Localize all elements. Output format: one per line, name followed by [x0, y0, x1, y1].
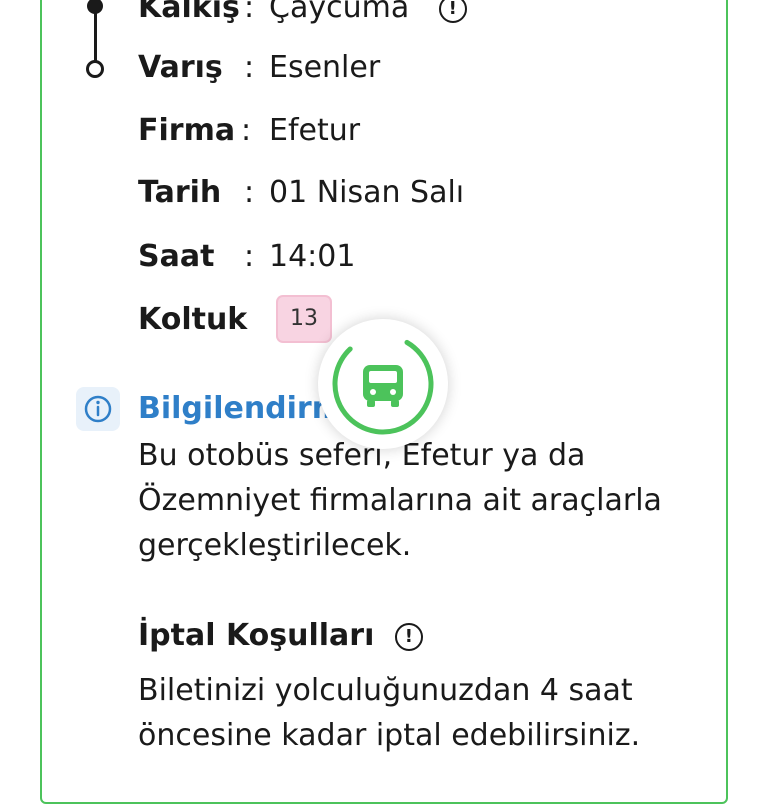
cancellation-text: Biletinizi yolculuğunuzdan 4 saat öncesi…: [138, 668, 708, 758]
info-text: Bu otobüs seferi, Efetur ya da Özemniyet…: [138, 433, 708, 568]
company-colon: :: [241, 113, 252, 148]
company-value: Efetur: [269, 113, 361, 148]
info-icon: [84, 395, 112, 423]
cancellation-line: öncesine kadar iptal edebilirsiniz.: [138, 718, 641, 753]
cancellation-title: İptal Koşulları !: [138, 614, 423, 658]
cancellation-info-icon[interactable]: !: [394, 622, 423, 651]
departure-info-icon[interactable]: !: [438, 0, 467, 23]
arrival-label: Varış: [138, 50, 223, 85]
time-colon: :: [244, 239, 255, 274]
loading-spinner: [318, 319, 448, 449]
departure-label: Kalkış: [138, 0, 240, 25]
info-line: Özemniyet firmalarına ait araçlarla: [138, 483, 662, 518]
info-badge: [76, 387, 120, 431]
info-line: gerçekleştirilecek.: [138, 528, 412, 563]
time-label: Saat: [138, 239, 215, 274]
date-value: 01 Nisan Salı: [269, 175, 465, 210]
bus-icon: [363, 365, 403, 407]
spinner-arc: [332, 333, 434, 435]
date-colon: :: [244, 175, 255, 210]
info-title: Bilgilendirm: [138, 391, 343, 426]
arrival-dot: [86, 60, 104, 78]
arrival-value: Esenler: [269, 50, 381, 85]
date-label: Tarih: [138, 175, 222, 210]
seat-label: Koltuk: [138, 302, 248, 337]
cancellation-title-text: İptal Koşulları: [138, 618, 375, 653]
departure-colon: :: [244, 0, 255, 25]
departure-value: Çaycuma !: [269, 0, 467, 28]
arrival-colon: :: [244, 50, 255, 85]
time-value: 14:01: [269, 239, 356, 274]
departure-value-text: Çaycuma: [269, 0, 410, 25]
company-label: Firma: [138, 113, 236, 148]
cancellation-line: Biletinizi yolculuğunuzdan 4 saat: [138, 673, 633, 708]
seat-colon: :: [237, 302, 248, 337]
